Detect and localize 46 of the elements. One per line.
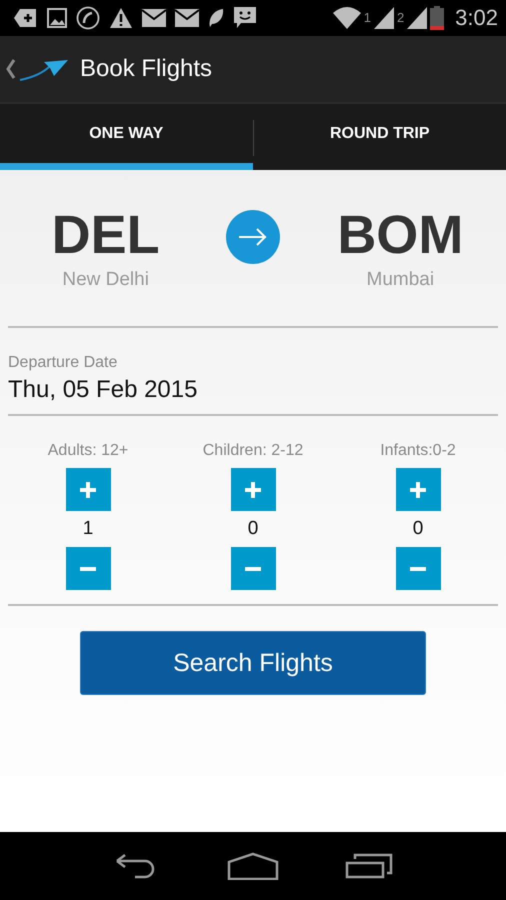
warning-icon xyxy=(109,7,133,29)
arrow-right-icon xyxy=(238,228,268,246)
passenger-label: Infants:0-2 xyxy=(380,442,456,460)
passenger-count: 0 xyxy=(412,518,424,540)
image-icon xyxy=(47,8,67,28)
sim-label: 1 xyxy=(364,10,371,25)
field-label: Departure Date xyxy=(8,354,118,372)
city-name: New Delhi xyxy=(62,269,149,291)
minus-icon xyxy=(79,566,97,570)
city-name: Mumbai xyxy=(366,269,434,291)
minus-icon xyxy=(244,566,262,570)
signal-icon xyxy=(407,7,428,29)
clock: 3:02 xyxy=(455,5,498,31)
back-caret-icon xyxy=(6,58,16,80)
plus-icon xyxy=(79,480,97,498)
signal-icon xyxy=(374,7,394,29)
passenger-label: Adults: 12+ xyxy=(48,442,128,460)
decrement-button[interactable] xyxy=(66,547,110,590)
minus-icon xyxy=(409,566,427,570)
airport-code[interactable]: BOM xyxy=(337,205,464,265)
mail-icon xyxy=(142,9,166,27)
plus-icon xyxy=(409,480,427,498)
decrement-button[interactable] xyxy=(230,547,276,590)
passenger-count: 0 xyxy=(248,518,258,540)
wifi-icon xyxy=(332,7,361,29)
date-field[interactable]: Thu, 05 Feb 2015 xyxy=(8,376,498,404)
battery-icon xyxy=(430,6,444,30)
increment-button[interactable] xyxy=(396,468,440,511)
passenger-count: 1 xyxy=(82,518,94,540)
phone-icon xyxy=(76,6,100,30)
decrement-button[interactable] xyxy=(396,547,440,590)
leaf-icon xyxy=(208,8,224,28)
mail-icon xyxy=(175,9,199,27)
recent-apps-icon xyxy=(345,853,393,879)
passenger-label: Children: 2-12 xyxy=(202,442,304,460)
sim-label: 2 xyxy=(396,10,404,25)
airport-code[interactable]: DEL xyxy=(52,205,160,265)
tab[interactable]: ROUND TRIP xyxy=(254,104,506,170)
increment-button[interactable] xyxy=(230,468,276,511)
plus-icon xyxy=(244,480,262,498)
chat-icon xyxy=(233,6,257,30)
search-flights-button[interactable]: Search Flights xyxy=(80,631,426,695)
home-icon xyxy=(227,852,279,880)
increment-button[interactable] xyxy=(66,468,110,511)
screen-title: Book Flights xyxy=(80,55,212,83)
add-icon xyxy=(14,7,38,29)
